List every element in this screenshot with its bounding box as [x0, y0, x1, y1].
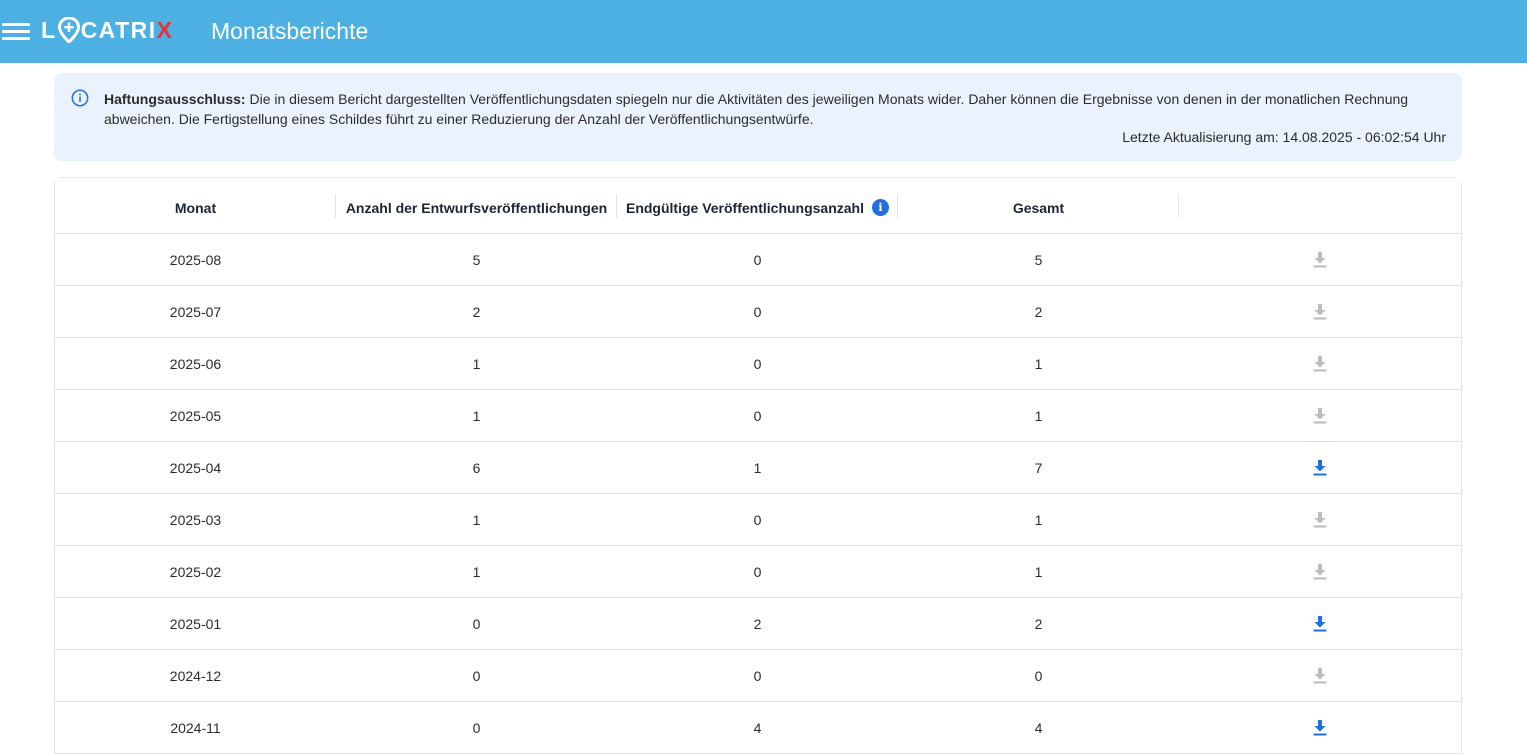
download-cell [1179, 494, 1461, 545]
month-cell: 2025-02 [169, 563, 222, 580]
download-cell [1179, 546, 1461, 597]
drafts-cell: 6 [472, 459, 481, 476]
download-cell [1179, 338, 1461, 389]
table-row: 2025-06 1 0 1 [55, 338, 1461, 390]
download-icon[interactable] [1310, 614, 1330, 634]
month-cell: 2025-03 [169, 511, 222, 528]
download-icon[interactable] [1310, 718, 1330, 738]
drafts-cell: 5 [472, 251, 481, 268]
download-cell [1179, 442, 1461, 493]
drafts-cell: 0 [472, 667, 481, 684]
final-cell: 0 [753, 511, 762, 528]
download-icon[interactable] [1310, 562, 1330, 582]
column-header-final[interactable]: Endgültige Veröffentlichungsanzahl i [617, 182, 898, 233]
drafts-cell: 2 [472, 303, 481, 320]
month-cell: 2024-11 [170, 719, 221, 736]
month-cell: 2025-04 [169, 459, 222, 476]
month-cell: 2025-08 [169, 251, 222, 268]
table-row: 2025-07 2 0 2 [55, 286, 1461, 338]
page-title: Monatsberichte [211, 18, 369, 44]
last-updated: Letzte Aktualisierung am: 14.08.2025 - 0… [1122, 129, 1446, 145]
logo-text-catri: CATRI [80, 16, 157, 43]
total-cell: 7 [1034, 459, 1043, 476]
table-row: 2025-05 1 0 1 [55, 390, 1461, 442]
download-cell [1179, 650, 1461, 701]
download-icon[interactable] [1310, 302, 1330, 322]
final-cell: 0 [753, 303, 762, 320]
final-cell: 0 [753, 563, 762, 580]
final-cell: 2 [753, 615, 762, 632]
logo-text-l: L [41, 16, 57, 43]
column-header-actions [1179, 182, 1461, 233]
month-cell: 2025-06 [169, 355, 222, 372]
download-icon[interactable] [1310, 406, 1330, 426]
month-cell: 2025-05 [169, 407, 222, 424]
drafts-cell: 1 [472, 355, 481, 372]
drafts-cell: 1 [472, 407, 481, 424]
column-header-month[interactable]: Monat [55, 182, 336, 233]
final-cell: 0 [753, 407, 762, 424]
final-cell: 0 [753, 355, 762, 372]
download-icon[interactable] [1310, 250, 1330, 270]
disclaimer-text: Haftungsausschluss: Die in diesem Berich… [104, 89, 1444, 129]
total-cell: 2 [1034, 303, 1043, 320]
table-row: 2024-12 0 0 0 [55, 650, 1461, 702]
final-cell: 4 [753, 719, 762, 736]
download-icon[interactable] [1310, 458, 1330, 478]
final-cell: 0 [753, 251, 762, 268]
final-cell: 0 [753, 667, 762, 684]
download-icon[interactable] [1310, 354, 1330, 374]
table-top-divider [60, 177, 1456, 178]
total-cell: 4 [1034, 719, 1043, 736]
logo-text-x: X [156, 16, 174, 43]
download-cell [1179, 286, 1461, 337]
total-cell: 1 [1034, 407, 1043, 424]
table-body: 2025-08 5 0 5 2025-07 2 0 2 2025-06 1 0 1 2025-05 1 0 1… [55, 234, 1461, 754]
disclaimer-body: Die in diesem Bericht dargestellten Verö… [104, 91, 1409, 127]
table-row: 2025-08 5 0 5 [55, 234, 1461, 286]
total-cell: 1 [1034, 511, 1043, 528]
download-cell [1179, 234, 1461, 285]
column-header-drafts[interactable]: Anzahl der Entwurfsveröffentlichungen [336, 182, 617, 233]
table-header: Monat Anzahl der Entwurfsveröffentlichun… [55, 182, 1461, 234]
drafts-cell: 1 [472, 563, 481, 580]
disclaimer-label: Haftungsausschluss: [104, 91, 246, 107]
drafts-cell: 0 [472, 719, 481, 736]
location-pin-icon [57, 17, 80, 43]
month-cell: 2025-01 [169, 615, 222, 632]
table-row: 2025-04 6 1 7 [55, 442, 1461, 494]
final-cell: 1 [753, 459, 762, 476]
month-cell: 2025-07 [169, 303, 222, 320]
locatrix-logo[interactable]: L CATRI X [41, 17, 173, 43]
drafts-cell: 0 [472, 615, 481, 632]
download-icon[interactable] [1310, 510, 1330, 530]
table-row: 2025-02 1 0 1 [55, 546, 1461, 598]
info-icon[interactable]: i [872, 199, 889, 216]
download-icon[interactable] [1310, 666, 1330, 686]
total-cell: 5 [1034, 251, 1043, 268]
total-cell: 1 [1034, 355, 1043, 372]
disclaimer-notice: Haftungsausschluss: Die in diesem Berich… [54, 73, 1462, 161]
month-cell: 2024-12 [169, 667, 222, 684]
total-cell: 1 [1034, 563, 1043, 580]
total-cell: 2 [1034, 615, 1043, 632]
table-row: 2025-03 1 0 1 [55, 494, 1461, 546]
total-cell: 0 [1034, 667, 1043, 684]
column-header-total[interactable]: Gesamt [898, 182, 1179, 233]
download-cell [1179, 390, 1461, 441]
info-circle-icon [71, 89, 89, 107]
table-row: 2024-11 0 4 4 [55, 702, 1461, 754]
table-row: 2025-01 0 2 2 [55, 598, 1461, 650]
download-cell [1179, 702, 1461, 753]
download-cell [1179, 598, 1461, 649]
top-bar: L CATRI X Monatsberichte [0, 0, 1527, 63]
monthly-report-table: Monat Anzahl der Entwurfsveröffentlichun… [54, 182, 1462, 754]
hamburger-menu-icon[interactable] [2, 20, 30, 42]
drafts-cell: 1 [472, 511, 481, 528]
